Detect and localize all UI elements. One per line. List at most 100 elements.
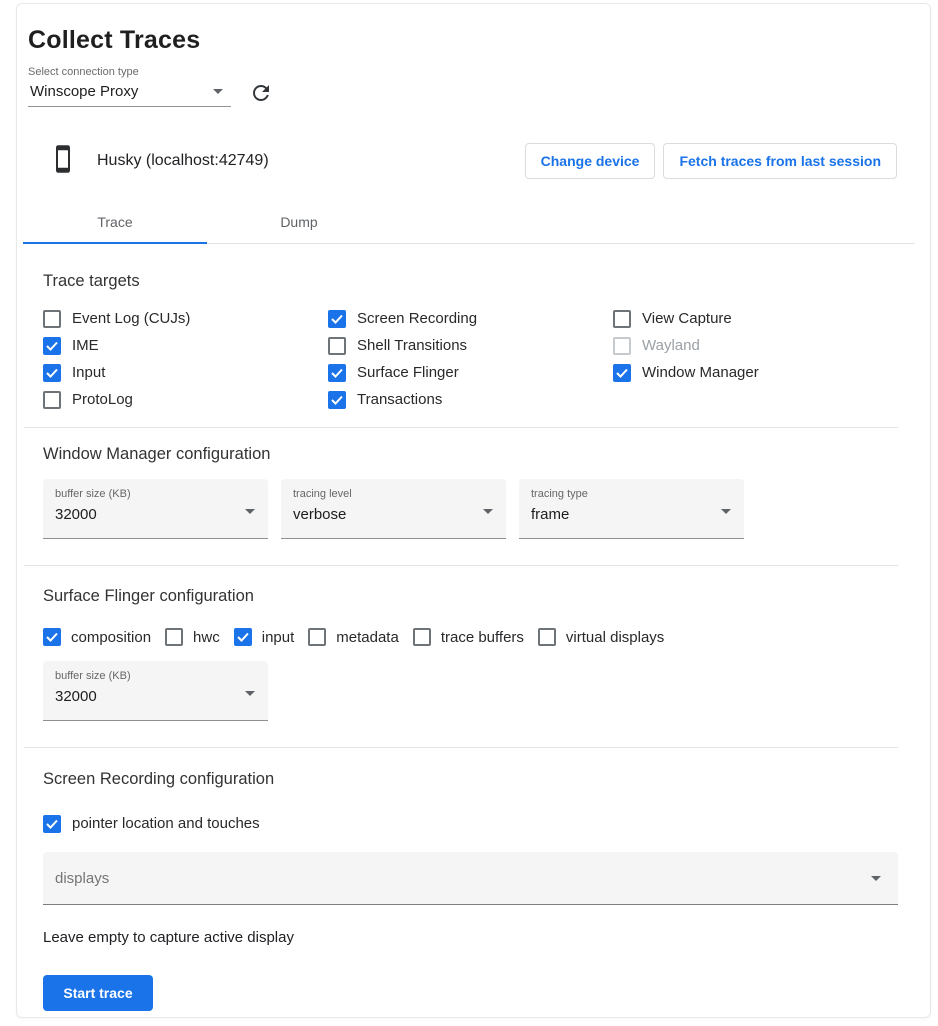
- connection-type-value: Winscope Proxy: [30, 83, 138, 100]
- targets-column-3: View Capture Wayland Window Manager: [613, 305, 898, 413]
- checkbox-label: input: [262, 629, 295, 646]
- checkbox-box: [43, 815, 61, 833]
- checkbox-label: Event Log (CUJs): [72, 310, 190, 327]
- tab-dump[interactable]: Dump: [207, 201, 391, 243]
- checkbox-box: [43, 337, 61, 355]
- start-trace-button[interactable]: Start trace: [43, 975, 153, 1011]
- field-value: 32000: [55, 506, 256, 523]
- checkbox-event-log[interactable]: Event Log (CUJs): [43, 305, 328, 332]
- checkbox-screen-recording[interactable]: Screen Recording: [328, 305, 613, 332]
- checkbox-box: [328, 391, 346, 409]
- change-device-button[interactable]: Change device: [525, 143, 656, 179]
- wm-tracing-type-select[interactable]: tracing type frame: [519, 479, 744, 539]
- targets-column-1: Event Log (CUJs) IME Input ProtoLog: [43, 305, 328, 413]
- checkbox-box: [328, 310, 346, 328]
- checkbox-box: [613, 364, 631, 382]
- tab-trace[interactable]: Trace: [23, 201, 207, 243]
- sf-buffer-row: buffer size (KB) 32000: [43, 661, 898, 721]
- checkbox-box: [43, 364, 61, 382]
- checkbox-box: [43, 391, 61, 409]
- checkbox-box: [328, 364, 346, 382]
- chevron-down-icon: [245, 509, 255, 514]
- connection-row: Winscope Proxy: [28, 80, 930, 108]
- field-label: buffer size (KB): [55, 488, 256, 500]
- checkbox-label: hwc: [193, 629, 220, 646]
- checkbox-sf-input[interactable]: input: [234, 626, 295, 648]
- checkbox-surface-flinger[interactable]: Surface Flinger: [328, 359, 613, 386]
- checkbox-metadata[interactable]: metadata: [308, 626, 399, 648]
- checkbox-label: Screen Recording: [357, 310, 477, 327]
- displays-placeholder: displays: [55, 870, 109, 887]
- displays-select[interactable]: displays: [43, 852, 898, 905]
- field-value: verbose: [293, 506, 494, 523]
- checkbox-label: View Capture: [642, 310, 732, 327]
- chevron-down-icon: [871, 876, 881, 881]
- checkbox-label: composition: [71, 629, 151, 646]
- trace-targets-heading: Trace targets: [43, 272, 898, 291]
- chevron-down-icon: [483, 509, 493, 514]
- chevron-down-icon: [213, 89, 223, 94]
- checkbox-transactions[interactable]: Transactions: [328, 386, 613, 413]
- device-actions: Change device Fetch traces from last ses…: [525, 143, 897, 179]
- checkbox-box: [43, 310, 61, 328]
- collect-traces-card: Collect Traces Select connection type Wi…: [16, 3, 931, 1018]
- checkbox-label: IME: [72, 337, 99, 354]
- fetch-traces-button[interactable]: Fetch traces from last session: [663, 143, 897, 179]
- targets-column-2: Screen Recording Shell Transitions Surfa…: [328, 305, 613, 413]
- checkbox-label: Input: [72, 364, 105, 381]
- checkbox-box: [413, 628, 431, 646]
- wm-tracing-level-select[interactable]: tracing level verbose: [281, 479, 506, 539]
- checkbox-wayland: Wayland: [613, 332, 898, 359]
- device-row: Husky (localhost:42749) Change device Fe…: [51, 143, 930, 179]
- checkbox-box: [234, 628, 252, 646]
- divider: [24, 565, 898, 566]
- page-title: Collect Traces: [28, 26, 930, 55]
- sr-pointer-row: pointer location and touches: [43, 810, 898, 837]
- tab-bar: Trace Dump: [23, 201, 915, 244]
- checkbox-box: [308, 628, 326, 646]
- smartphone-icon: [51, 144, 75, 179]
- sf-config-flags: composition hwc input metadata trace buf…: [43, 626, 898, 648]
- checkbox-input[interactable]: Input: [43, 359, 328, 386]
- checkbox-trace-buffers[interactable]: trace buffers: [413, 626, 524, 648]
- field-label: tracing level: [293, 488, 494, 500]
- checkbox-protolog[interactable]: ProtoLog: [43, 386, 328, 413]
- chevron-down-icon: [245, 691, 255, 696]
- checkbox-box: [328, 337, 346, 355]
- checkbox-label: pointer location and touches: [72, 815, 260, 832]
- chevron-down-icon: [721, 509, 731, 514]
- refresh-button[interactable]: [247, 80, 275, 108]
- divider: [24, 427, 898, 428]
- checkbox-composition[interactable]: composition: [43, 626, 151, 648]
- refresh-icon: [249, 81, 273, 108]
- checkbox-ime[interactable]: IME: [43, 332, 328, 359]
- checkbox-box: [43, 628, 61, 646]
- checkbox-view-capture[interactable]: View Capture: [613, 305, 898, 332]
- checkbox-box: [613, 337, 631, 355]
- field-value: 32000: [55, 688, 256, 705]
- checkbox-label: Window Manager: [642, 364, 759, 381]
- checkbox-label: Transactions: [357, 391, 442, 408]
- wm-config-fields: buffer size (KB) 32000 tracing level ver…: [43, 479, 898, 539]
- connection-type-select[interactable]: Winscope Proxy: [28, 81, 231, 107]
- checkbox-box: [165, 628, 183, 646]
- checkbox-pointer-location[interactable]: pointer location and touches: [43, 810, 898, 837]
- checkbox-label: Wayland: [642, 337, 700, 354]
- checkbox-window-manager[interactable]: Window Manager: [613, 359, 898, 386]
- trace-tab-content: Trace targets Event Log (CUJs) IME Input: [17, 272, 930, 1011]
- sf-config-heading: Surface Flinger configuration: [43, 587, 898, 606]
- wm-buffer-size-select[interactable]: buffer size (KB) 32000: [43, 479, 268, 539]
- field-label: buffer size (KB): [55, 670, 256, 682]
- checkbox-hwc[interactable]: hwc: [165, 626, 220, 648]
- checkbox-virtual-displays[interactable]: virtual displays: [538, 626, 664, 648]
- sf-buffer-size-select[interactable]: buffer size (KB) 32000: [43, 661, 268, 721]
- displays-hint: Leave empty to capture active display: [43, 929, 898, 946]
- device-name: Husky (localhost:42749): [97, 152, 269, 170]
- field-value: frame: [531, 506, 732, 523]
- connection-type-label: Select connection type: [28, 66, 930, 78]
- checkbox-box: [613, 310, 631, 328]
- header: Collect Traces Select connection type Wi…: [17, 4, 930, 108]
- field-label: tracing type: [531, 488, 732, 500]
- sr-config-heading: Screen Recording configuration: [43, 770, 898, 789]
- checkbox-shell-transitions[interactable]: Shell Transitions: [328, 332, 613, 359]
